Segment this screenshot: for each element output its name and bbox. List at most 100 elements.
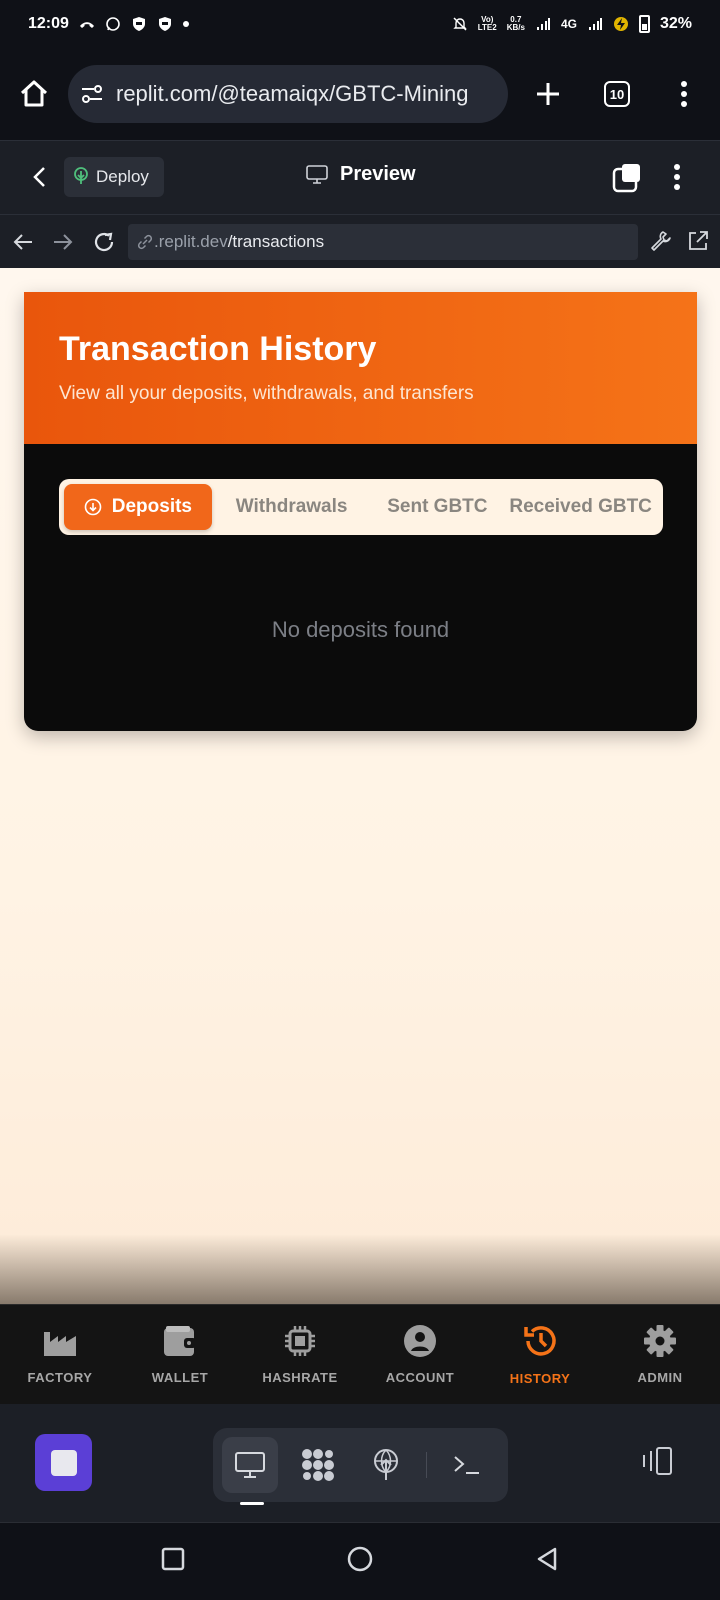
- tool-preview[interactable]: [222, 1437, 278, 1493]
- reload-button[interactable]: [92, 230, 116, 259]
- tab-sent-gbtc[interactable]: Sent GBTC: [371, 484, 503, 530]
- network-speed: 0.7 KB/s: [506, 15, 525, 32]
- tab-received-gbtc-label: Received GBTC: [509, 496, 652, 517]
- tool-switcher: [213, 1428, 508, 1502]
- battery-icon: [638, 15, 650, 33]
- tab-withdrawals[interactable]: Withdrawals: [212, 484, 372, 530]
- tab-received-gbtc[interactable]: Received GBTC: [503, 484, 658, 530]
- battery-level: 32%: [659, 15, 692, 32]
- back-nav-button[interactable]: [534, 1546, 560, 1577]
- agent-icon: [302, 1449, 334, 1481]
- kebab-menu-icon: [681, 81, 687, 107]
- url-text[interactable]: replit.com/@teamaiqx/GBTC-Mining: [116, 81, 468, 107]
- back-button[interactable]: [30, 165, 50, 194]
- recents-button[interactable]: [160, 1546, 186, 1577]
- whatsapp-icon: [106, 17, 120, 31]
- nav-item-hashrate[interactable]: HASHRATE: [240, 1324, 360, 1385]
- nav-item-wallet[interactable]: WALLET: [120, 1324, 240, 1385]
- preview-url-domain: .replit.dev: [154, 232, 228, 251]
- tool-agent[interactable]: [290, 1437, 346, 1493]
- stop-button[interactable]: [35, 1434, 92, 1491]
- browser-menu-button[interactable]: [680, 80, 688, 108]
- factory-icon: [44, 1332, 76, 1356]
- deploy-button[interactable]: Deploy: [64, 157, 164, 197]
- url-bar[interactable]: replit.com/@teamaiqx/GBTC-Mining: [68, 65, 508, 123]
- gear-icon: [644, 1325, 676, 1357]
- chevron-left-icon: [33, 167, 45, 187]
- page-title: Transaction History: [59, 330, 377, 368]
- nav-item-admin[interactable]: ADMIN: [600, 1324, 720, 1385]
- signal-icon: [588, 18, 602, 30]
- recents-icon: [161, 1547, 185, 1571]
- nav-label: ACCOUNT: [385, 1370, 455, 1385]
- external-link-icon: [689, 231, 708, 250]
- nav-forward-button[interactable]: [52, 231, 74, 258]
- home-button[interactable]: [18, 78, 50, 110]
- layout-toggle-icon: [643, 1447, 672, 1475]
- signal-icon: [536, 18, 550, 30]
- deploy-icon: [374, 1449, 398, 1480]
- page-bottom-shadow: [0, 1234, 720, 1304]
- site-settings-icon[interactable]: [80, 82, 104, 106]
- nav-label: FACTORY: [27, 1370, 93, 1385]
- volte-indicator: Vo) LTE2: [477, 15, 497, 32]
- nav-label: HASHRATE: [262, 1370, 338, 1385]
- tab-count: 10: [604, 81, 630, 107]
- nav-item-account[interactable]: ACCOUNT: [360, 1324, 480, 1385]
- replit-tools-bar: [0, 1404, 720, 1522]
- nav-label: ADMIN: [637, 1370, 683, 1385]
- app-bottom-nav: FACTORY WALLET HASHRATE ACCOUNT HISTORY …: [0, 1304, 720, 1404]
- transaction-history-card: Transaction History View all your deposi…: [24, 292, 697, 731]
- arrow-left-icon: [13, 234, 32, 250]
- account-icon: [404, 1325, 436, 1357]
- open-external-button[interactable]: [686, 229, 710, 258]
- bell-off-icon: [453, 17, 467, 31]
- deploy-icon: [74, 167, 88, 184]
- devtools-button[interactable]: [648, 229, 672, 258]
- arrow-down-circle-icon: [84, 498, 102, 516]
- terminal-icon: [454, 1456, 479, 1474]
- charging-icon: [613, 17, 628, 31]
- nav-back-button[interactable]: [12, 231, 34, 258]
- empty-state-message: No deposits found: [271, 617, 450, 642]
- page-subtitle: View all your deposits, withdrawals, and…: [59, 383, 474, 404]
- split-view-button[interactable]: [612, 163, 642, 198]
- nav-item-factory[interactable]: FACTORY: [0, 1324, 120, 1385]
- shield-icon: [158, 17, 171, 31]
- deploy-label: Deploy: [96, 167, 149, 186]
- home-nav-button[interactable]: [346, 1545, 374, 1578]
- tab-withdrawals-label: Withdrawals: [235, 496, 348, 517]
- replit-menu-button[interactable]: [673, 163, 681, 196]
- tool-deploy[interactable]: [358, 1437, 414, 1493]
- tab-deposits[interactable]: Deposits: [64, 484, 212, 530]
- home-circle-icon: [347, 1546, 373, 1572]
- stop-icon: [50, 1449, 77, 1476]
- history-icon: [524, 1326, 556, 1356]
- arrow-right-icon: [54, 234, 73, 250]
- card-header: Transaction History View all your deposi…: [24, 292, 697, 444]
- preview-url-input[interactable]: .replit.dev/transactions: [128, 224, 638, 260]
- home-icon: [20, 80, 48, 107]
- nav-item-history[interactable]: HISTORY: [480, 1323, 600, 1386]
- tool-separator: [426, 1452, 427, 1478]
- transaction-tabs: Deposits Withdrawals Sent GBTC Received …: [59, 479, 663, 535]
- notification-dot-icon: [182, 21, 189, 27]
- split-view-icon: [612, 164, 640, 193]
- monitor-icon: [235, 1452, 265, 1478]
- status-time: 12:09: [28, 15, 69, 32]
- preview-url-path: /transactions: [227, 232, 325, 251]
- preview-address-bar: .replit.dev/transactions: [0, 214, 720, 268]
- preview-label: Preview: [340, 163, 416, 185]
- preview-page: Transaction History View all your deposi…: [0, 268, 720, 1304]
- new-tab-button[interactable]: [534, 80, 562, 108]
- plus-icon: [537, 83, 559, 105]
- link-icon: [137, 234, 153, 250]
- status-bar: 12:09 Vo) LTE2 0.7 KB/s 4G 32%: [0, 0, 720, 48]
- browser-toolbar: replit.com/@teamaiqx/GBTC-Mining 10: [0, 48, 720, 140]
- shield-icon: [132, 17, 145, 31]
- layout-toggle-button[interactable]: [640, 1446, 674, 1481]
- system-nav-bar: [0, 1522, 720, 1600]
- tab-switcher-button[interactable]: 10: [604, 81, 630, 107]
- monitor-icon: [306, 164, 328, 184]
- tool-shell[interactable]: [439, 1437, 495, 1493]
